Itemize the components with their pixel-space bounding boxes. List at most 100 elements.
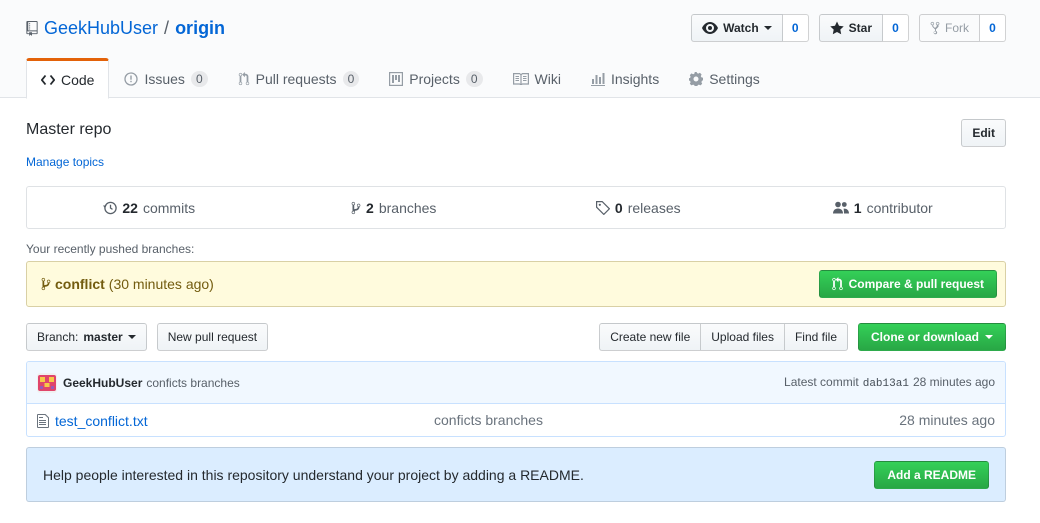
repo-icon: [26, 20, 38, 36]
tab-code[interactable]: Code: [26, 58, 110, 99]
file-navigation-right: Create new file Upload files Find file C…: [599, 323, 1006, 351]
branch-select-prefix: Branch:: [37, 330, 79, 344]
tab-wiki-label: Wiki: [534, 71, 561, 87]
file-name-link[interactable]: test_conflict.txt: [55, 413, 148, 429]
tab-projects-count: 0: [465, 71, 483, 87]
branch-select-value: master: [83, 330, 123, 344]
eye-icon: [702, 22, 719, 34]
repo-name-link[interactable]: origin: [175, 18, 225, 39]
recent-branch-name[interactable]: conflict: [55, 276, 105, 292]
commit-age: 28 minutes ago: [912, 375, 995, 389]
contributors-link[interactable]: 1 contributor: [761, 187, 1006, 228]
clone-download-button[interactable]: Clone or download: [858, 323, 1006, 351]
star-button[interactable]: Star: [818, 14, 883, 42]
watch-button[interactable]: Watch: [691, 14, 783, 42]
compare-pull-request-label: Compare & pull request: [848, 277, 984, 291]
file-icon: [37, 413, 49, 428]
repo-separator: /: [164, 17, 170, 38]
commits-link[interactable]: 22 commits: [27, 187, 272, 228]
contributors-label: contributor: [866, 199, 933, 216]
repo-description: Master repo: [26, 121, 112, 138]
releases-count: 0: [614, 199, 623, 216]
gear-icon: [689, 72, 704, 86]
commit-message[interactable]: conficts branches: [146, 376, 239, 390]
manage-topics-link[interactable]: Manage topics: [26, 155, 104, 169]
tab-code-label: Code: [61, 71, 95, 88]
code-icon: [41, 74, 55, 85]
commit-author[interactable]: GeekHubUser: [63, 376, 142, 390]
tab-issues[interactable]: Issues 0: [109, 58, 222, 98]
tab-issues-count: 0: [190, 71, 208, 87]
watch-count[interactable]: 0: [782, 14, 809, 42]
file-table: GeekHubUser conficts branches Latest com…: [26, 361, 1006, 437]
project-icon: [389, 72, 404, 86]
graph-icon: [590, 73, 605, 86]
commits-label: commits: [142, 199, 196, 216]
repo-header: GeekHubUser / origin Watch 0 Star 0 Fork: [0, 0, 1040, 99]
recent-branches-label: Your recently pushed branches:: [26, 242, 195, 256]
repo-actions: Watch 0 Star 0 Fork 0: [691, 14, 1006, 42]
star-count[interactable]: 0: [883, 14, 909, 42]
releases-label: releases: [627, 199, 681, 216]
releases-link[interactable]: 0 releases: [516, 187, 761, 228]
star-label: Star: [848, 21, 872, 35]
branch-icon: [41, 277, 51, 291]
tab-settings[interactable]: Settings: [674, 58, 775, 98]
chevron-down-icon: [127, 335, 136, 339]
people-icon: [832, 201, 849, 214]
watch-group: Watch 0: [691, 14, 809, 42]
add-readme-button[interactable]: Add a README: [874, 461, 989, 489]
tab-pull-requests[interactable]: Pull requests 0: [223, 58, 375, 98]
find-file-button[interactable]: Find file: [784, 323, 848, 351]
readme-prompt-text: Help people interested in this repositor…: [43, 467, 584, 483]
commit-sha[interactable]: dab13a1: [863, 378, 909, 390]
tab-projects-label: Projects: [409, 71, 460, 87]
book-icon: [512, 73, 529, 85]
fork-label: Fork: [945, 21, 969, 35]
tab-pull-requests-count: 0: [342, 71, 360, 87]
recent-branch-banner: conflict (30 minutes ago) Compare & pull…: [26, 261, 1006, 307]
branch-select-button[interactable]: Branch: master: [26, 323, 147, 351]
file-actions-group: Create new file Upload files Find file: [599, 323, 848, 351]
chevron-down-icon: [763, 26, 772, 30]
star-icon: [829, 21, 844, 35]
tab-issues-label: Issues: [144, 71, 185, 87]
readme-prompt: Help people interested in this repositor…: [26, 447, 1006, 502]
numbers-summary: 22 commits 2 branches 0 releases 1 contr…: [26, 186, 1006, 229]
tab-insights[interactable]: Insights: [576, 58, 674, 98]
repo-tabs: Code Issues 0 Pull requests 0 Projects 0…: [26, 58, 775, 99]
recent-branch: conflict (30 minutes ago): [41, 276, 214, 292]
fork-button[interactable]: Fork: [919, 14, 980, 42]
branches-link[interactable]: 2 branches: [272, 187, 517, 228]
repo-owner-link[interactable]: GeekHubUser: [44, 18, 158, 39]
tab-wiki[interactable]: Wiki: [498, 58, 576, 98]
history-icon: [103, 201, 118, 214]
tab-pull-requests-label: Pull requests: [255, 71, 337, 87]
latest-commit: Latest commit dab13a1 28 minutes ago: [784, 375, 995, 390]
table-row: test_conflict.txt conficts branches 28 m…: [27, 404, 1005, 436]
create-new-file-button[interactable]: Create new file: [599, 323, 702, 351]
recent-branch-age: (30 minutes ago): [108, 276, 214, 292]
pull-request-icon: [831, 277, 843, 291]
file-navigation-left: Branch: master New pull request: [26, 323, 269, 351]
repo-title: GeekHubUser / origin: [26, 16, 225, 40]
latest-commit-label: Latest commit: [784, 375, 859, 389]
clone-download-label: Clone or download: [871, 330, 979, 344]
tab-settings-label: Settings: [709, 71, 760, 87]
commits-count: 22: [122, 199, 138, 216]
chevron-down-icon: [985, 335, 993, 339]
tag-icon: [595, 200, 610, 215]
upload-files-button[interactable]: Upload files: [701, 323, 785, 351]
new-pull-request-button[interactable]: New pull request: [156, 323, 269, 351]
pull-request-icon: [238, 72, 249, 86]
file-commit-message[interactable]: conficts branches: [434, 412, 543, 428]
edit-description-button[interactable]: Edit: [961, 119, 1006, 147]
fork-group: Fork 0: [919, 14, 1006, 42]
tab-insights-label: Insights: [610, 71, 660, 87]
tab-projects[interactable]: Projects 0: [374, 58, 497, 98]
fork-count[interactable]: 0: [980, 14, 1006, 42]
compare-pull-request-button[interactable]: Compare & pull request: [818, 270, 997, 298]
star-group: Star 0: [818, 14, 909, 42]
file-navigation: Branch: master New pull request Create n…: [26, 323, 1006, 352]
avatar[interactable]: [37, 372, 57, 393]
